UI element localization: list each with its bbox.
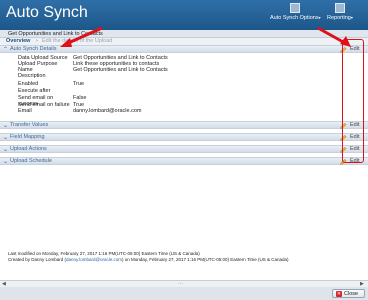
close-button[interactable]: ✕ Close: [332, 289, 365, 298]
audit-info: Last modified on Monday, February 27, 20…: [8, 251, 289, 263]
horizontal-scrollbar[interactable]: ◀ ⋯ ▶: [0, 280, 368, 287]
creator-email-link[interactable]: danny.lombard@oracle.com: [66, 257, 122, 262]
bottom-bar: ✕ Close: [0, 287, 368, 300]
close-icon: ✕: [336, 291, 342, 297]
created-by: Created by Danny Lombard (danny.lombard@…: [8, 257, 289, 262]
close-label: Close: [344, 291, 359, 297]
